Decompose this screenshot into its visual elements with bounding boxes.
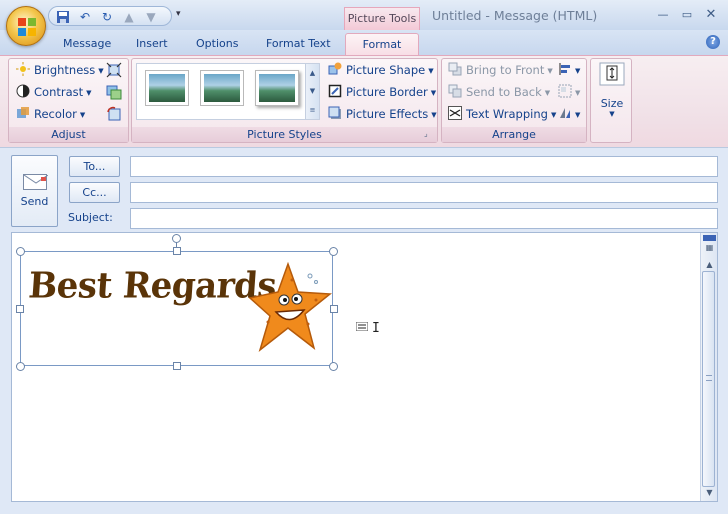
- rotate-button[interactable]: ▼: [558, 106, 580, 123]
- view-ruler-icon[interactable]: ▦: [703, 241, 716, 254]
- tab-format-text[interactable]: Format Text: [266, 37, 331, 50]
- picture-border-button[interactable]: Picture Border ▼: [328, 84, 436, 101]
- size-label: Size: [600, 97, 624, 110]
- scrollbar-thumb[interactable]: [702, 271, 715, 487]
- picture-border-label: Picture Border: [346, 85, 428, 99]
- resize-handle[interactable]: [329, 247, 338, 256]
- send-envelope-icon: [23, 174, 48, 190]
- picture-effects-label: Picture Effects: [346, 107, 429, 121]
- picture-border-icon: [328, 84, 342, 98]
- picture-style-thumbnail[interactable]: [200, 70, 244, 106]
- subject-label: Subject:: [68, 211, 113, 224]
- text-wrapping-icon: [448, 106, 462, 120]
- gallery-up-icon[interactable]: ▲: [306, 64, 319, 82]
- change-picture-icon[interactable]: [106, 84, 122, 100]
- text-cursor-icon: I: [372, 321, 380, 336]
- starfish-icon: [248, 262, 332, 353]
- group-button[interactable]: ▼: [558, 84, 580, 101]
- reset-picture-icon[interactable]: [106, 106, 122, 122]
- picture-style-thumbnail[interactable]: [145, 70, 189, 106]
- office-button[interactable]: [6, 6, 46, 46]
- help-icon[interactable]: ?: [706, 35, 720, 49]
- picture-effects-button[interactable]: Picture Effects ▼: [328, 106, 437, 123]
- send-to-back-label: Send to Back: [466, 85, 542, 99]
- contrast-icon: [16, 84, 30, 98]
- maximize-button[interactable]: ▭: [676, 6, 698, 24]
- cc-field[interactable]: [130, 182, 718, 203]
- resize-handle[interactable]: [173, 362, 181, 370]
- save-icon[interactable]: [55, 9, 71, 25]
- recolor-button[interactable]: Recolor ▼: [16, 106, 85, 123]
- brightness-button[interactable]: Brightness ▼: [16, 62, 104, 79]
- resize-handle[interactable]: [330, 305, 338, 313]
- scroll-up-icon[interactable]: ▲: [703, 258, 716, 271]
- brightness-label: Brightness: [34, 63, 96, 77]
- undo-icon[interactable]: ↶: [77, 9, 93, 25]
- group-icon: [558, 84, 572, 98]
- picture-style-gallery: [136, 63, 306, 120]
- align-icon: [559, 63, 570, 75]
- tab-insert[interactable]: Insert: [136, 37, 168, 50]
- adjust-group-label: Adjust: [9, 127, 128, 142]
- next-item-icon[interactable]: ▼: [143, 9, 159, 25]
- brightness-icon: [16, 62, 30, 76]
- redo-icon[interactable]: ↻: [99, 9, 115, 25]
- subject-field[interactable]: [130, 208, 718, 229]
- arrange-group-label: Arrange: [442, 127, 586, 142]
- picture-tools-header: Picture Tools: [344, 7, 420, 30]
- office-logo-icon: [18, 18, 36, 36]
- minimize-button[interactable]: —: [652, 6, 674, 24]
- cc-button[interactable]: Cc...: [69, 182, 120, 203]
- resize-handle[interactable]: [16, 362, 25, 371]
- contrast-label: Contrast: [34, 85, 84, 99]
- picture-effects-icon: [328, 106, 342, 120]
- picture-shape-button[interactable]: Picture Shape ▼: [328, 62, 434, 79]
- tab-message[interactable]: Message: [63, 37, 111, 50]
- align-button[interactable]: ▼: [558, 62, 580, 79]
- size-icon: [599, 62, 625, 86]
- to-button[interactable]: To...: [69, 156, 120, 177]
- scroll-down-icon[interactable]: ▼: [703, 486, 716, 499]
- text-wrapping-button[interactable]: Text Wrapping ▼: [448, 106, 556, 123]
- resize-handle[interactable]: [16, 305, 24, 313]
- quick-access-toolbar: ↶ ↻ ▲ ▼: [48, 6, 172, 26]
- picture-styles-group-label: Picture Styles: [132, 127, 437, 142]
- rotation-handle[interactable]: [172, 234, 181, 243]
- bring-to-front-label: Bring to Front: [466, 63, 545, 77]
- customize-qat-icon[interactable]: ▾: [176, 9, 181, 19]
- tab-options[interactable]: Options: [196, 37, 238, 50]
- picture-style-thumbnail[interactable]: [255, 70, 299, 106]
- bring-to-front-button[interactable]: Bring to Front ▼: [448, 62, 553, 79]
- gallery-more-icon[interactable]: ≡: [306, 101, 319, 119]
- picture-shape-icon: [328, 62, 342, 76]
- resize-handle[interactable]: [16, 247, 25, 256]
- resize-handle[interactable]: [329, 362, 338, 371]
- size-dropdown-icon: ▼: [609, 110, 615, 118]
- size-button[interactable]: Size ▼: [595, 60, 629, 120]
- send-label: Send: [20, 195, 49, 208]
- bring-to-front-icon: [448, 62, 462, 76]
- paste-options-icon[interactable]: [356, 322, 368, 331]
- picture-styles-launcher-icon[interactable]: ⌟: [424, 130, 432, 138]
- text-wrapping-label: Text Wrapping: [466, 107, 548, 121]
- recolor-icon: [16, 106, 30, 120]
- send-to-back-button[interactable]: Send to Back ▼: [448, 84, 550, 101]
- gallery-scroll: ▲ ▼ ≡: [306, 63, 320, 120]
- previous-item-icon[interactable]: ▲: [121, 9, 137, 25]
- resize-handle[interactable]: [173, 247, 181, 255]
- window-title: Untitled - Message (HTML): [432, 8, 598, 23]
- send-button[interactable]: Send: [11, 155, 58, 227]
- tab-format[interactable]: Format: [345, 33, 419, 56]
- contrast-button[interactable]: Contrast ▼: [16, 84, 92, 101]
- send-to-back-icon: [448, 84, 462, 98]
- close-button[interactable]: ✕: [700, 6, 722, 24]
- picture-shape-label: Picture Shape: [346, 63, 426, 77]
- gallery-down-icon[interactable]: ▼: [306, 82, 319, 100]
- recolor-label: Recolor: [34, 107, 77, 121]
- to-field[interactable]: [130, 156, 718, 177]
- rotate-icon: [560, 108, 570, 118]
- compress-pictures-icon[interactable]: [106, 62, 122, 78]
